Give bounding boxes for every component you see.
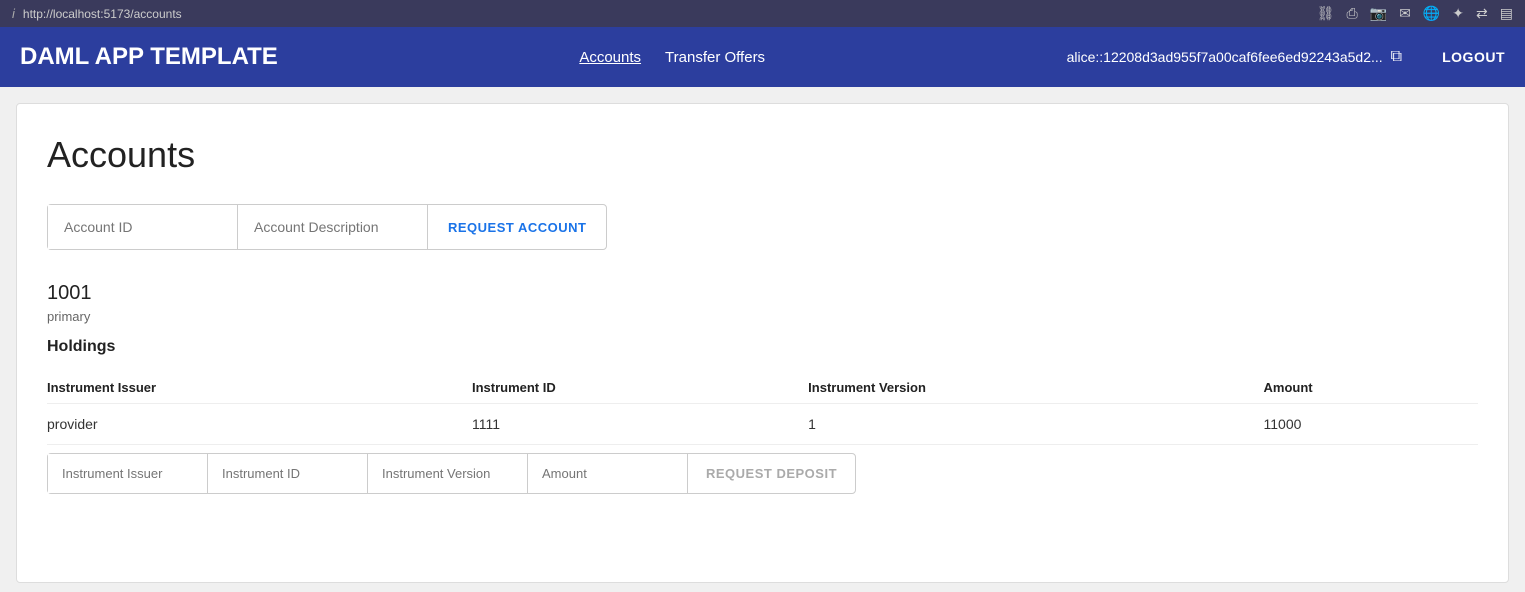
- deposit-instrument-id-input[interactable]: [208, 454, 368, 493]
- cell-instrument-issuer: provider: [47, 404, 472, 445]
- star-icon[interactable]: ✦: [1452, 5, 1464, 22]
- cell-instrument-id: 1111: [472, 404, 808, 445]
- request-account-button[interactable]: REQUEST ACCOUNT: [428, 206, 606, 249]
- account-id-value: 1001: [47, 282, 1478, 305]
- link-icon[interactable]: ⛓: [1317, 5, 1335, 22]
- col-amount: Amount: [1264, 372, 1479, 404]
- user-info: alice::12208d3ad955f7a00caf6fee6ed92243a…: [1067, 48, 1403, 66]
- deposit-request-form: REQUEST DEPOSIT: [47, 453, 856, 494]
- app-header: DAML APP TEMPLATE Accounts Transfer Offe…: [0, 27, 1525, 87]
- browser-bar: i http://localhost:5173/accounts ⛓ ⎙ 📷 ✉…: [0, 0, 1525, 27]
- sync-icon[interactable]: ⇄: [1476, 5, 1488, 22]
- browser-icons: ⛓ ⎙ 📷 ✉ 🌐 ✦ ⇄ ▤: [1317, 5, 1513, 22]
- account-description-value: primary: [47, 309, 1478, 324]
- cell-amount: 11000: [1264, 404, 1479, 445]
- cell-instrument-version: 1: [808, 404, 1263, 445]
- screenshot-icon[interactable]: ⎙: [1346, 5, 1357, 22]
- account-request-form: REQUEST ACCOUNT: [47, 204, 607, 250]
- copy-icon[interactable]: ⧉: [1391, 48, 1402, 66]
- app-title: DAML APP TEMPLATE: [20, 43, 278, 71]
- request-deposit-button[interactable]: REQUEST DEPOSIT: [688, 454, 855, 493]
- mail-icon[interactable]: ✉: [1399, 5, 1411, 22]
- logout-button[interactable]: LOGOUT: [1442, 49, 1505, 65]
- holdings-title: Holdings: [47, 338, 1478, 356]
- col-instrument-issuer: Instrument Issuer: [47, 372, 472, 404]
- deposit-amount-input[interactable]: [528, 454, 688, 493]
- holdings-table: Instrument Issuer Instrument ID Instrume…: [47, 372, 1478, 445]
- nav-links: Accounts Transfer Offers: [579, 49, 765, 66]
- main-content: Accounts REQUEST ACCOUNT 1001 primary Ho…: [16, 103, 1509, 583]
- deposit-instrument-version-input[interactable]: [368, 454, 528, 493]
- deposit-instrument-issuer-input[interactable]: [48, 454, 208, 493]
- page-title: Accounts: [47, 134, 1478, 176]
- col-instrument-version: Instrument Version: [808, 372, 1263, 404]
- nav-link-transfer-offers[interactable]: Transfer Offers: [665, 49, 765, 66]
- user-id: alice::12208d3ad955f7a00caf6fee6ed92243a…: [1067, 49, 1383, 65]
- globe-icon[interactable]: 🌐: [1423, 5, 1440, 22]
- table-header-row: Instrument Issuer Instrument ID Instrume…: [47, 372, 1478, 404]
- account-description-input[interactable]: [238, 205, 428, 249]
- browser-url: http://localhost:5173/accounts: [23, 7, 182, 21]
- account-item: 1001 primary Holdings Instrument Issuer …: [47, 282, 1478, 494]
- col-instrument-id: Instrument ID: [472, 372, 808, 404]
- table-row: provider 1111 1 11000: [47, 404, 1478, 445]
- camera-icon[interactable]: 📷: [1370, 5, 1387, 22]
- sidebar-icon[interactable]: ▤: [1500, 5, 1513, 22]
- account-id-input[interactable]: [48, 205, 238, 249]
- info-icon: i: [12, 6, 15, 21]
- nav-link-accounts[interactable]: Accounts: [579, 49, 641, 66]
